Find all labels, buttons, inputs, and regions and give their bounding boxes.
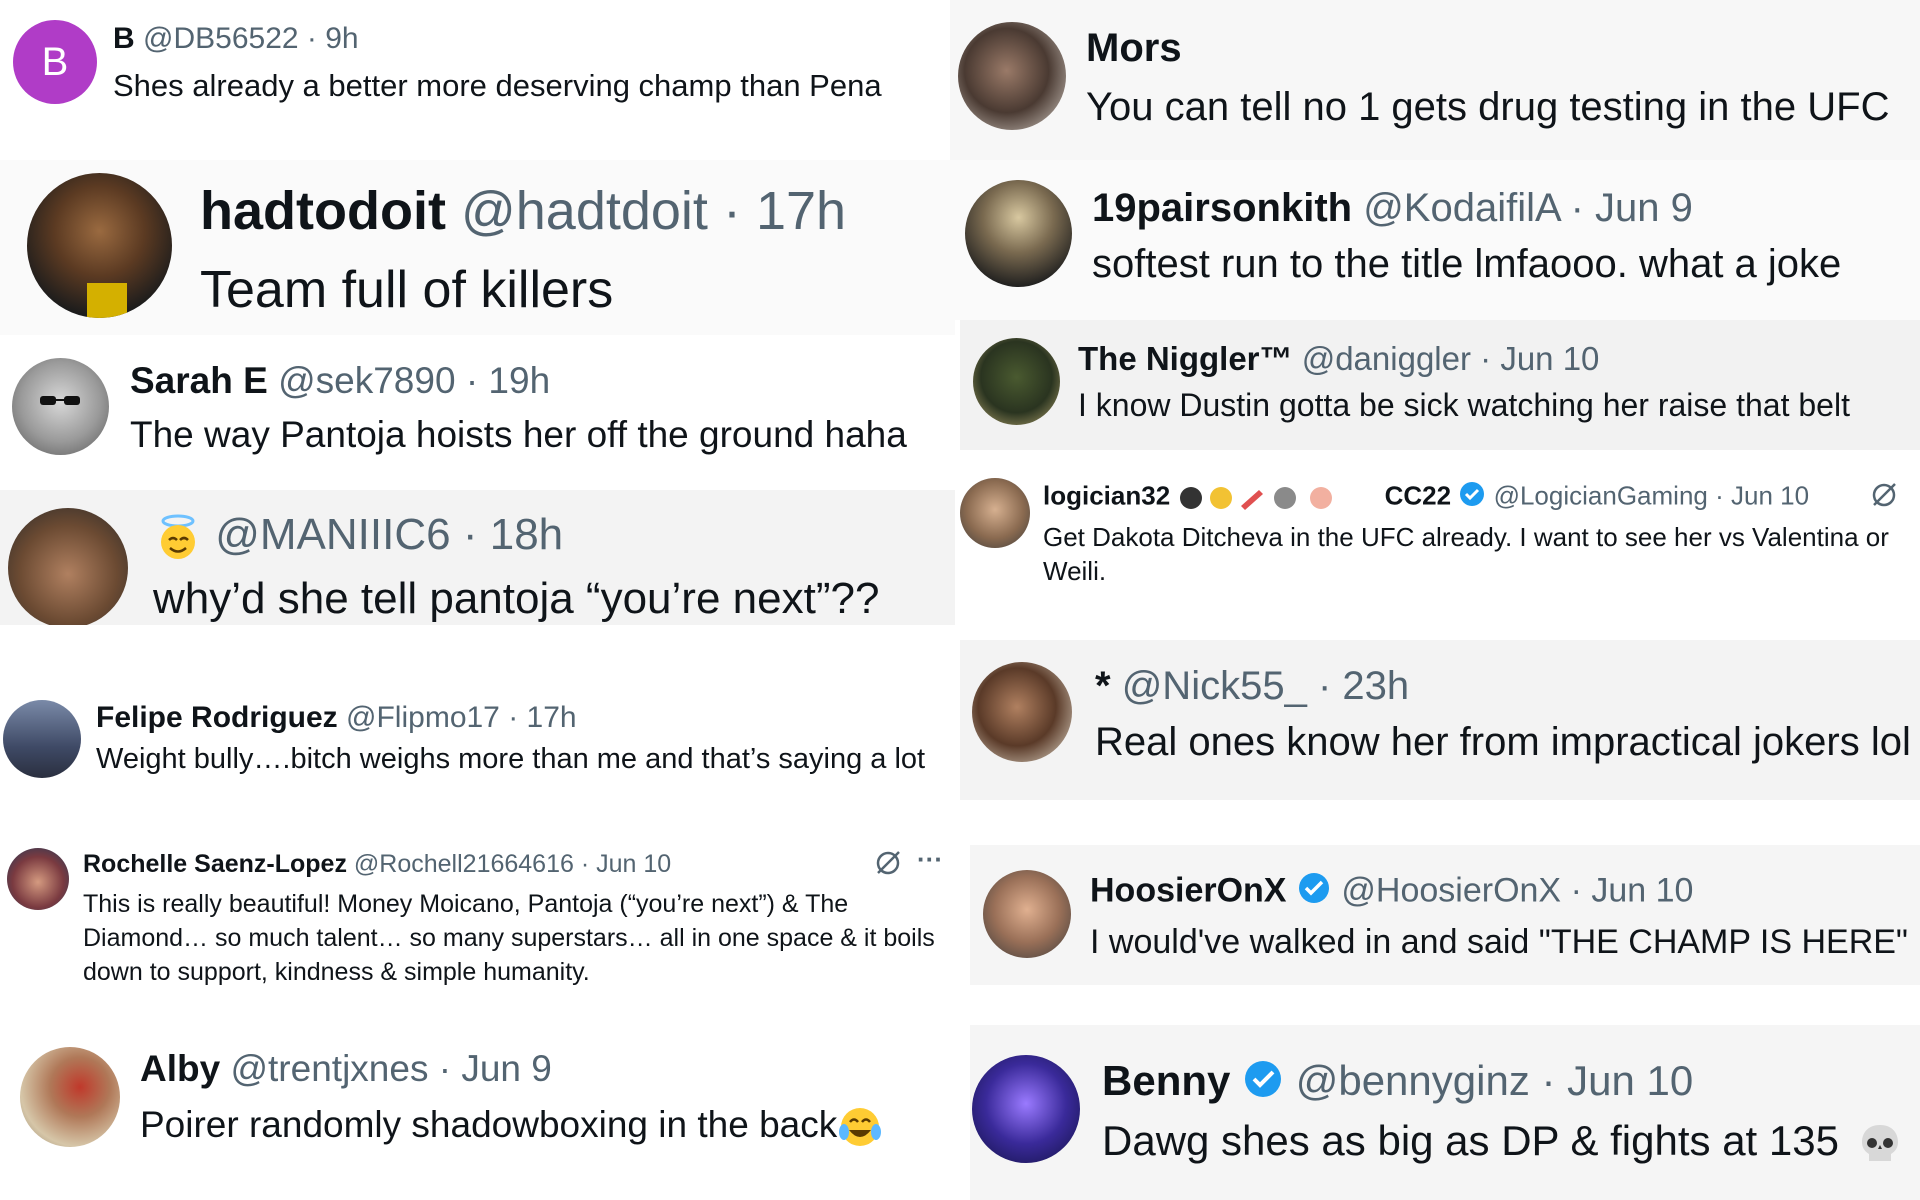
author-name-suffix: CC22	[1384, 480, 1452, 511]
author-handle[interactable]: @HoosierOnX	[1341, 871, 1561, 909]
timestamp[interactable]: · 19h	[466, 360, 550, 401]
avatar[interactable]	[972, 662, 1072, 762]
author-name[interactable]: The Niggler™	[1078, 340, 1293, 377]
timestamp[interactable]: · 23h	[1318, 664, 1409, 708]
tweet-card-19pairsonkith[interactable]: 19pairsonkith @KodaifilA · Jun 9 softest…	[950, 160, 1920, 320]
author-name[interactable]: logician32	[1043, 480, 1170, 510]
tweet-card-hadtodoit[interactable]: hadtodoit @hadtdoit · 17h Team full of k…	[0, 160, 955, 335]
avatar[interactable]	[3, 700, 81, 778]
timestamp[interactable]: · Jun 10	[581, 850, 671, 878]
avatar[interactable]	[960, 478, 1030, 548]
skull-emoji	[1857, 1121, 1903, 1167]
tweet-card-the-niggler[interactable]: The Niggler™ @daniggler · Jun 10 I know …	[960, 320, 1920, 450]
timestamp[interactable]: · Jun 9	[439, 1048, 552, 1089]
author-name[interactable]: Alby	[140, 1048, 220, 1089]
tweet-card-alby[interactable]: Alby @trentjxnes · Jun 9 Poirer randomly…	[0, 1010, 960, 1200]
author-handle[interactable]: @DB56522	[143, 22, 299, 55]
tweet-text: Shes already a better more deserving cha…	[113, 68, 882, 103]
grok-icon[interactable]	[873, 848, 903, 878]
tweet-text: Real ones know her from impractical joke…	[1095, 720, 1911, 764]
timestamp[interactable]: · 17h	[723, 181, 846, 241]
author-handle[interactable]: @Flipmo17	[346, 701, 500, 734]
author-handle[interactable]: @Rochell21664616	[354, 850, 574, 878]
tears-of-joy-emoji	[837, 1104, 883, 1150]
author-name[interactable]: 19pairsonkith	[1092, 186, 1352, 230]
timestamp[interactable]: · Jun 10	[1542, 1057, 1694, 1104]
tweet-card-hoosieronx[interactable]: HoosierOnX @HoosierOnX · Jun 10 I would'…	[970, 845, 1920, 985]
avatar[interactable]	[20, 1047, 120, 1147]
author-name[interactable]: Rochelle Saenz-Lopez	[83, 850, 347, 878]
avatar[interactable]	[958, 22, 1066, 130]
timestamp[interactable]: · Jun 10	[1571, 871, 1694, 909]
avatar[interactable]	[7, 848, 69, 910]
tweet-card-b[interactable]: B B @DB56522 · 9h Shes already a better …	[0, 0, 955, 160]
timestamp[interactable]: · Jun 9	[1571, 186, 1693, 230]
timestamp[interactable]: · 18h	[463, 510, 563, 559]
avatar[interactable]: B	[13, 20, 97, 104]
fighter-photo-icon	[87, 283, 127, 318]
author-handle[interactable]: @KodaifilA	[1363, 186, 1559, 230]
author-handle[interactable]: @daniggler	[1302, 340, 1471, 377]
glasses-icon	[40, 396, 80, 405]
tweet-text: I know Dustin gotta be sick watching her…	[1078, 387, 1850, 423]
avatar[interactable]	[8, 508, 128, 625]
tweet-card-mors[interactable]: Mors You can tell no 1 gets drug testing…	[950, 0, 1920, 160]
author-name[interactable]: Benny	[1102, 1057, 1230, 1104]
author-name[interactable]: Mors	[1086, 26, 1182, 71]
verified-badge-icon	[1458, 480, 1486, 515]
tweet-text: Dawg shes as big as DP & fights at 135	[1102, 1117, 1839, 1164]
author-name[interactable]: *	[1095, 664, 1111, 708]
author-name[interactable]: HoosierOnX	[1090, 871, 1286, 909]
name-emoji-icons	[1177, 484, 1377, 512]
avatar[interactable]	[965, 180, 1072, 287]
avatar[interactable]	[27, 173, 172, 318]
tweet-card-logician32[interactable]: logician32 CC22 @LogicianGaming · Jun 10…	[955, 450, 1920, 640]
author-name[interactable]: Felipe Rodriguez	[96, 701, 338, 734]
tweet-text: You can tell no 1 gets drug testing in t…	[1086, 85, 1890, 129]
timestamp[interactable]: · Jun 10	[1480, 340, 1599, 377]
tweet-card-nick55[interactable]: * @Nick55_ · 23h Real ones know her from…	[960, 640, 1920, 800]
author-handle[interactable]: @Nick55_	[1122, 664, 1307, 708]
tweet-text: This is really beautiful! Money Moicano,…	[83, 890, 935, 986]
tweet-text: softest run to the title lmfaooo. what a…	[1092, 242, 1842, 286]
author-name[interactable]: B	[113, 22, 135, 55]
tweet-text: Weight bully….bitch weighs more than me …	[96, 743, 926, 775]
tweet-text: The way Pantoja hoists her off the groun…	[130, 414, 907, 455]
tweet-card-rochelle-saenz-lopez[interactable]: Rochelle Saenz-Lopez @Rochell21664616 · …	[0, 800, 960, 1010]
timestamp[interactable]: · 9h	[307, 22, 359, 55]
timestamp[interactable]: · Jun 10	[1715, 480, 1809, 510]
author-handle[interactable]: @MANIIIC6	[215, 510, 450, 559]
verified-badge-icon	[1296, 870, 1332, 915]
tweet-text: Poirer randomly shadowboxing in the back	[140, 1104, 838, 1145]
author-handle[interactable]: @bennyginz	[1296, 1057, 1530, 1104]
tweet-card-benny[interactable]: Benny @bennyginz · Jun 10 Dawg shes as b…	[970, 1025, 1920, 1200]
angel-face-emoji	[153, 512, 203, 562]
tweet-text: I would've walked in and said "THE CHAMP…	[1090, 923, 1908, 961]
author-handle[interactable]: @trentjxnes	[230, 1048, 428, 1089]
tweet-text: Get Dakota Ditcheva in the UFC already. …	[1043, 522, 1889, 586]
more-options-button[interactable]: ···	[917, 844, 943, 875]
tweet-text: why’d she tell pantoja “you’re next”??	[153, 574, 880, 623]
author-handle[interactable]: @sek7890	[278, 360, 455, 401]
tweet-card-felipe-rodriguez[interactable]: Felipe Rodriguez @Flipmo17 · 17h Weight …	[0, 625, 960, 800]
author-name[interactable]: hadtodoit	[200, 181, 446, 241]
avatar[interactable]	[12, 358, 109, 455]
grok-icon[interactable]	[1869, 480, 1899, 510]
tweet-card-maniiic6[interactable]: @MANIIIC6 · 18h why’d she tell pantoja “…	[0, 490, 960, 625]
tweet-card-sarah-e[interactable]: Sarah E @sek7890 · 19h The way Pantoja h…	[0, 335, 955, 490]
author-handle[interactable]: @hadtdoit	[461, 181, 708, 241]
author-name[interactable]: Sarah E	[130, 360, 268, 401]
avatar[interactable]	[972, 1055, 1080, 1163]
avatar-letter: B	[41, 40, 69, 84]
tweet-text: Team full of killers	[200, 261, 614, 319]
avatar[interactable]	[973, 338, 1060, 425]
author-handle[interactable]: @LogicianGaming	[1494, 480, 1708, 510]
timestamp[interactable]: · 17h	[508, 701, 576, 734]
verified-badge-icon	[1242, 1058, 1284, 1110]
avatar[interactable]	[983, 870, 1071, 958]
